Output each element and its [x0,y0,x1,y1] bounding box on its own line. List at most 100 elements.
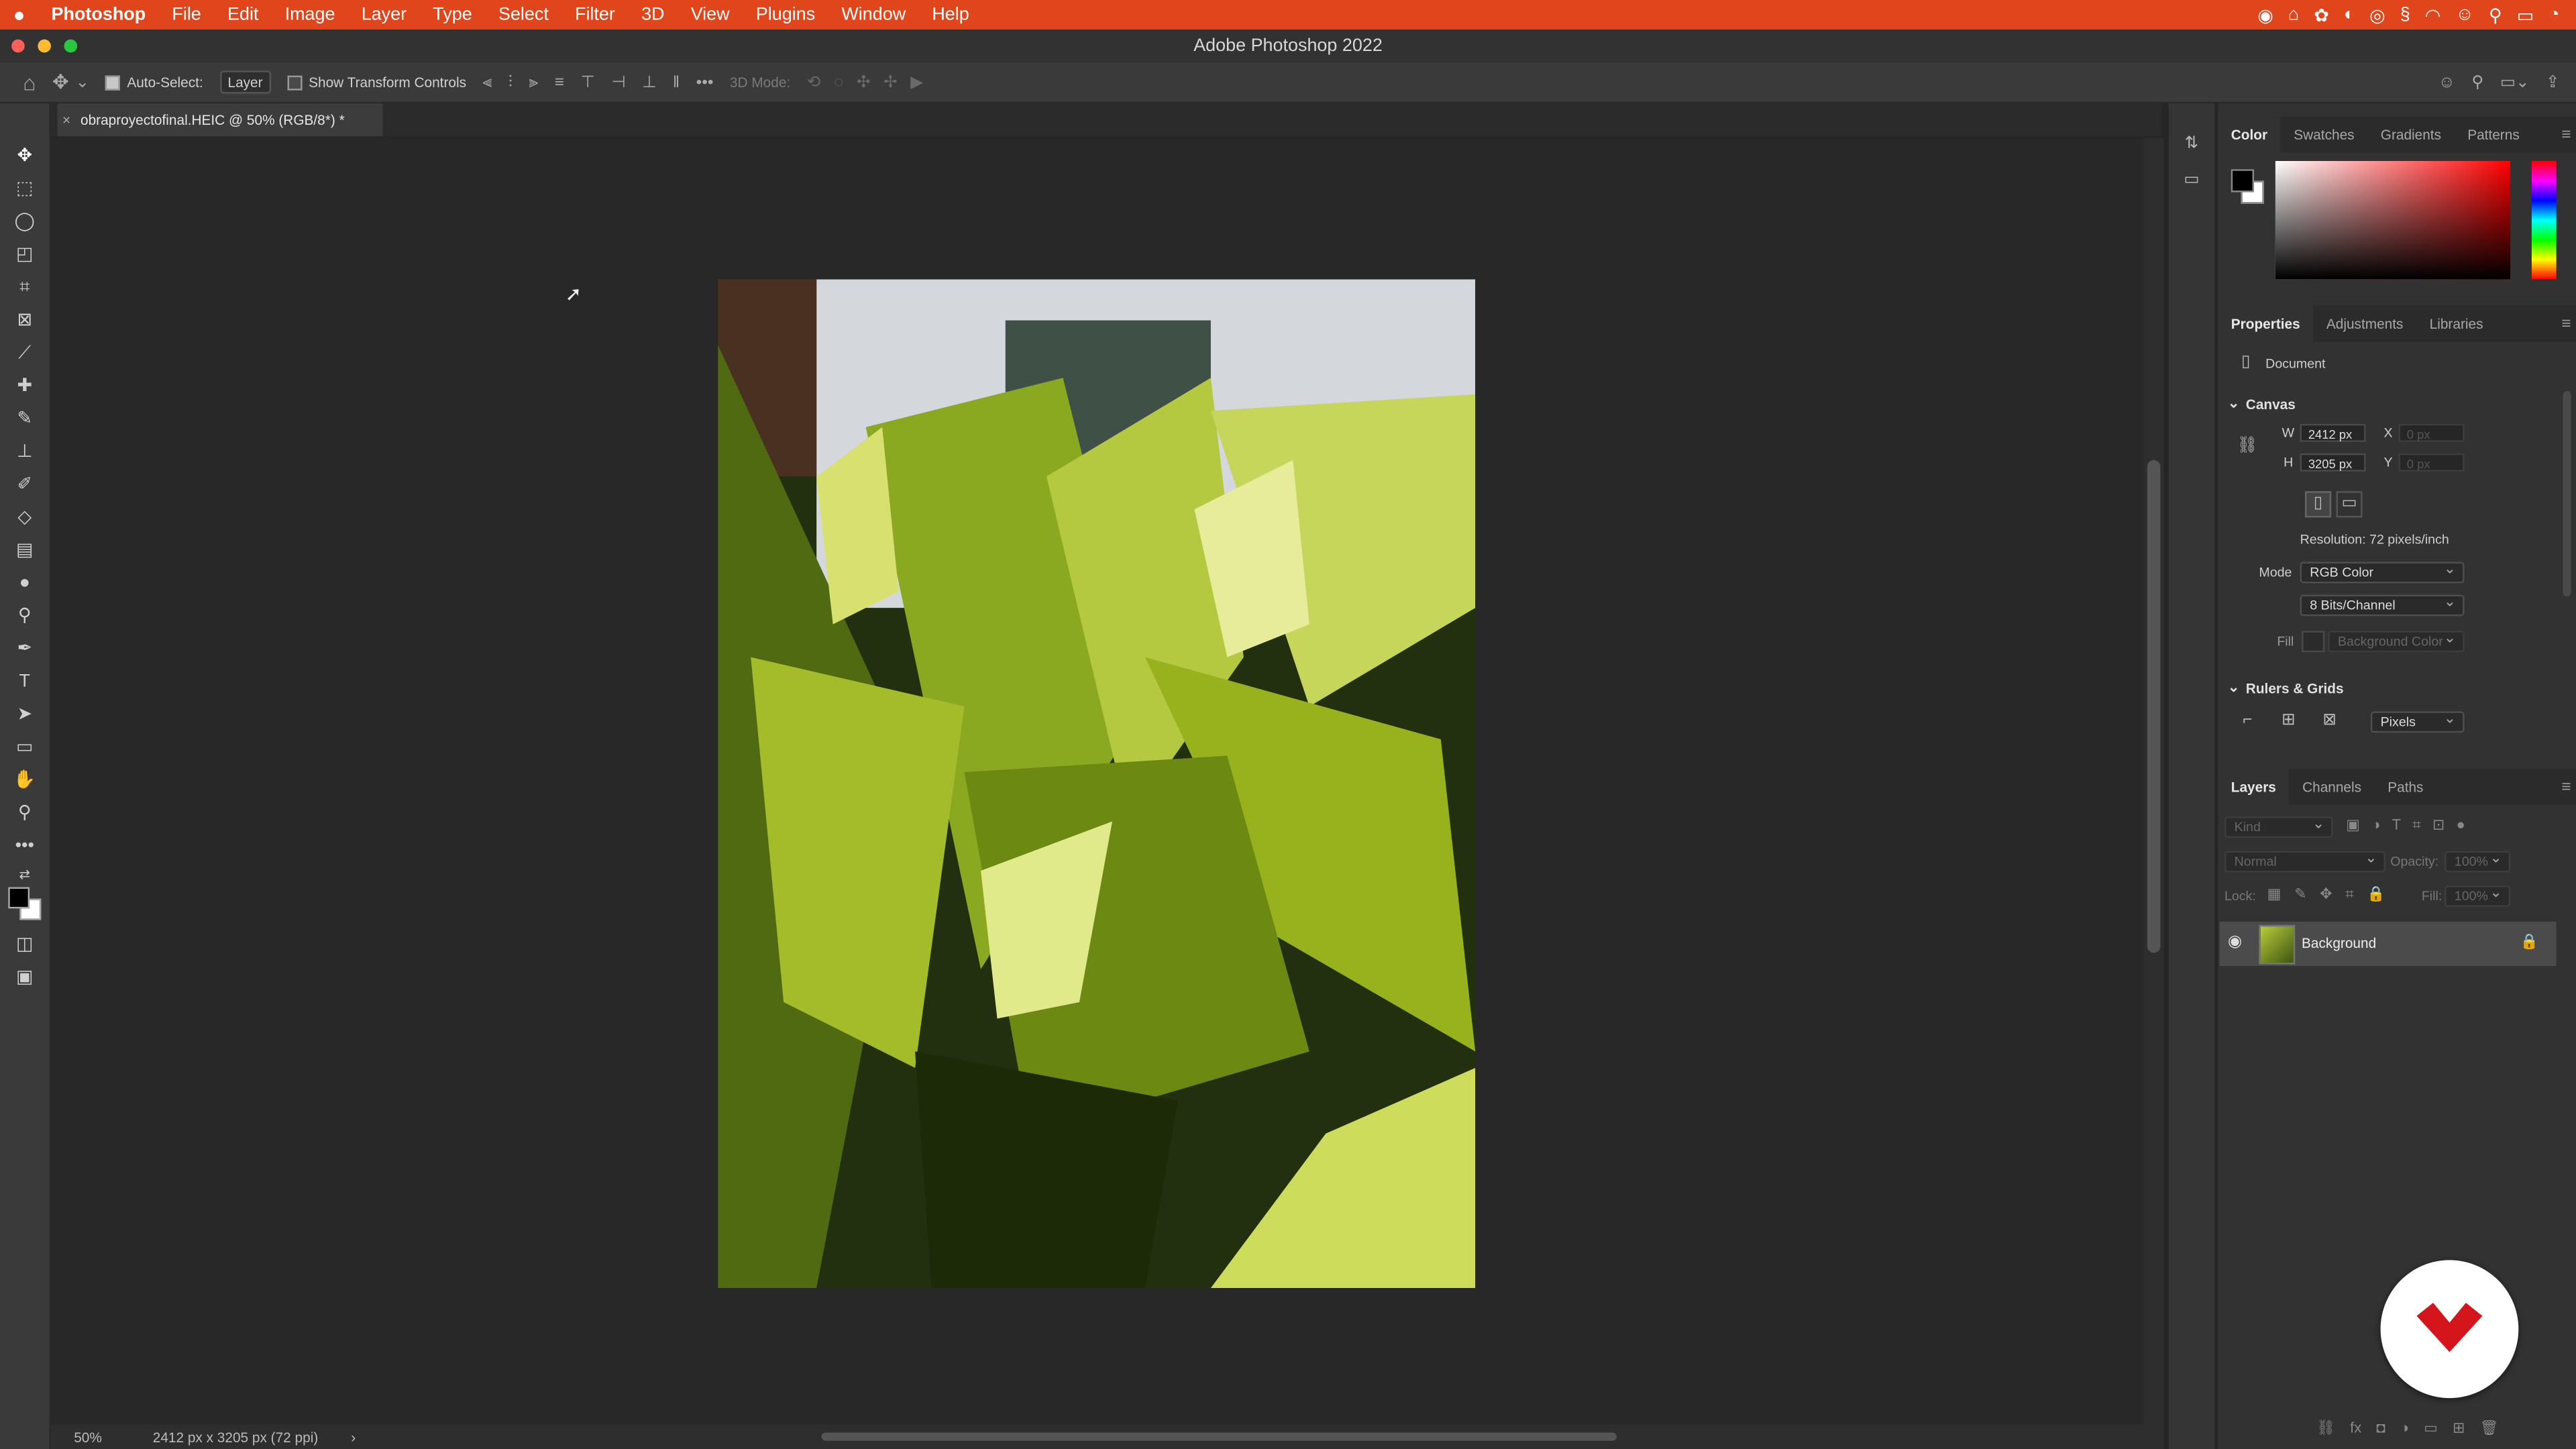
rulers-section-chevron-icon[interactable]: ⌄ [2228,678,2239,696]
layer-name[interactable]: Background [2302,934,2376,951]
workspace-icon[interactable]: ▭⌄ [2500,73,2530,91]
rulers-icon[interactable]: ⌐ [2236,710,2259,733]
filter-type-icon[interactable]: T [2392,816,2401,835]
tab-paths[interactable]: Paths [2375,769,2436,805]
menu-plugins[interactable]: Plugins [743,5,828,24]
swap-colors-icon[interactable]: ⇄ [13,864,36,887]
lock-all-icon[interactable]: 🔒 [2367,885,2385,904]
fill-dropdown[interactable]: Background Color [2328,628,2465,653]
distribute-vertical-icon[interactable]: ‖ [673,73,680,91]
filter-pixel-icon[interactable]: ▣ [2346,816,2360,835]
foreground-color-swatch[interactable] [8,887,30,909]
layer-style-icon[interactable]: fx [2350,1419,2361,1438]
align-top-icon[interactable]: ⊤ [581,73,595,91]
horizontal-scroll-thumb[interactable] [821,1432,1617,1441]
align-right-icon[interactable]: ⫸ [529,73,538,91]
add-mask-icon[interactable]: ◘ [2376,1419,2385,1438]
tab-properties[interactable]: Properties [2218,305,2314,342]
crop-tool-icon[interactable]: ⌗ [13,276,36,299]
hue-slider[interactable] [2531,161,2557,280]
brush-tool-icon[interactable]: ✎ [13,407,36,430]
portrait-orientation-icon[interactable]: ▯ [2304,491,2332,518]
document-image[interactable] [718,279,1476,1289]
gradient-tool-icon[interactable]: ▤ [13,539,36,561]
align-bottom-icon[interactable]: ⊥ [642,73,656,91]
eyedropper-tool-icon[interactable]: ⟋ [13,341,36,364]
filter-smart-object-icon[interactable]: ⊡ [2432,816,2445,835]
zoom-level[interactable]: 50% [74,1428,140,1444]
screen-mode-icon[interactable]: ▣ [13,966,36,989]
roll-3d-icon[interactable]: ◌ [834,73,844,91]
new-layer-icon[interactable]: ⊞ [2453,1419,2465,1438]
document-tab[interactable]: × obraproyectofinal.HEIC @ 50% (RGB/8*) … [57,103,383,137]
dodge-tool-icon[interactable]: ⚲ [13,604,36,627]
layer-row[interactable]: ◉ Background 🔒 [2219,921,2557,967]
menu-file[interactable]: File [159,5,215,24]
lasso-tool-icon[interactable]: ◯ [13,210,36,233]
slide-3d-icon[interactable]: ✢ [883,73,898,91]
siri-icon[interactable]: ◔ [2548,4,2559,25]
adjustment-layer-icon[interactable]: ◑ [2400,1419,2409,1438]
share-person-icon[interactable]: ☺ [2438,73,2455,91]
lock-image-icon[interactable]: ✎ [2294,885,2306,904]
layer-filter-dropdown[interactable]: Kind [2224,813,2333,838]
bit-depth-dropdown[interactable]: 8 Bits/Channel [2300,592,2465,616]
menu-app-photoshop[interactable]: Photoshop [38,5,159,24]
blur-tool-icon[interactable]: ● [13,572,36,594]
search-icon[interactable]: ⚲ [2471,73,2483,91]
height-field[interactable]: 3205 px [2300,453,2366,472]
menu-view[interactable]: View [678,5,743,24]
layer-visibility-eye-icon[interactable]: ◉ [2228,933,2242,951]
gear-icon[interactable]: ✿ [2314,4,2329,25]
tab-adjustments[interactable]: Adjustments [2313,306,2416,342]
home-app-icon[interactable]: ⌂ [2288,4,2299,25]
quick-mask-icon[interactable]: ◫ [13,933,36,956]
width-field[interactable]: 2412 px [2300,423,2366,442]
menu-image[interactable]: Image [272,5,348,24]
apple-icon[interactable]: ● [0,3,38,26]
filter-adjustment-icon[interactable]: ◑ [2371,816,2380,835]
eraser-tool-icon[interactable]: ◇ [13,506,36,529]
edit-toolbar-icon[interactable]: ••• [13,835,36,857]
y-field[interactable]: 0 px [2398,453,2465,472]
move-tool-icon[interactable]: ✥ [13,145,36,168]
lock-transparent-icon[interactable]: ▦ [2267,885,2282,904]
menu-select[interactable]: Select [485,5,561,24]
auto-select-toggle[interactable]: Auto-Select: [105,74,203,91]
distribute-icon[interactable]: ≡ [555,73,564,91]
rulers-grids-header[interactable]: Rulers & Grids [2246,680,2344,696]
minimize-window-button[interactable] [38,39,51,53]
show-transform-checkbox[interactable] [287,74,303,90]
object-select-tool-icon[interactable]: ◰ [13,243,36,266]
opacity-field[interactable]: 100% [2445,848,2511,873]
history-brush-tool-icon[interactable]: ✐ [13,473,36,496]
show-transform-toggle[interactable]: Show Transform Controls [287,74,466,91]
fill-swatch[interactable] [2302,631,2325,653]
history-panel-icon[interactable]: ⇅ [2180,133,2203,156]
vertical-scroll-thumb[interactable] [2147,460,2161,953]
grid-icon[interactable]: ⊞ [2277,710,2300,733]
filter-shape-icon[interactable]: ⌗ [2412,816,2420,835]
tab-layers[interactable]: Layers [2218,769,2290,806]
units-dropdown[interactable]: Pixels [2370,708,2465,733]
menu-type[interactable]: Type [420,5,486,24]
align-middle-icon[interactable]: ⊣ [611,73,625,91]
layers-panel-menu-icon[interactable]: ≡ [2561,778,2576,796]
canvas-section-header[interactable]: Canvas [2246,396,2296,412]
search-icon[interactable]: ⚲ [2489,4,2502,25]
fill-opacity-field[interactable]: 100% [2445,882,2511,907]
control-center-icon[interactable]: ▭ [2517,4,2534,25]
color-field[interactable] [2275,161,2511,280]
pan-3d-icon[interactable]: ✣ [857,73,871,91]
tab-patterns[interactable]: Patterns [2455,117,2533,153]
menu-edit[interactable]: Edit [214,5,272,24]
path-selection-tool-icon[interactable]: ➤ [13,703,36,726]
status-arrow-icon[interactable]: › [351,1428,356,1444]
home-icon[interactable]: ⌂ [23,70,36,95]
lock-artboard-icon[interactable]: ⌗ [2345,885,2353,904]
user-icon[interactable]: ☺ [2455,4,2474,25]
color-foreground-swatch[interactable] [2231,169,2255,193]
delete-layer-icon[interactable]: 🗑 [2479,1419,2498,1438]
close-tab-icon[interactable]: × [62,103,70,136]
frame-tool-icon[interactable]: ⊠ [13,309,36,331]
